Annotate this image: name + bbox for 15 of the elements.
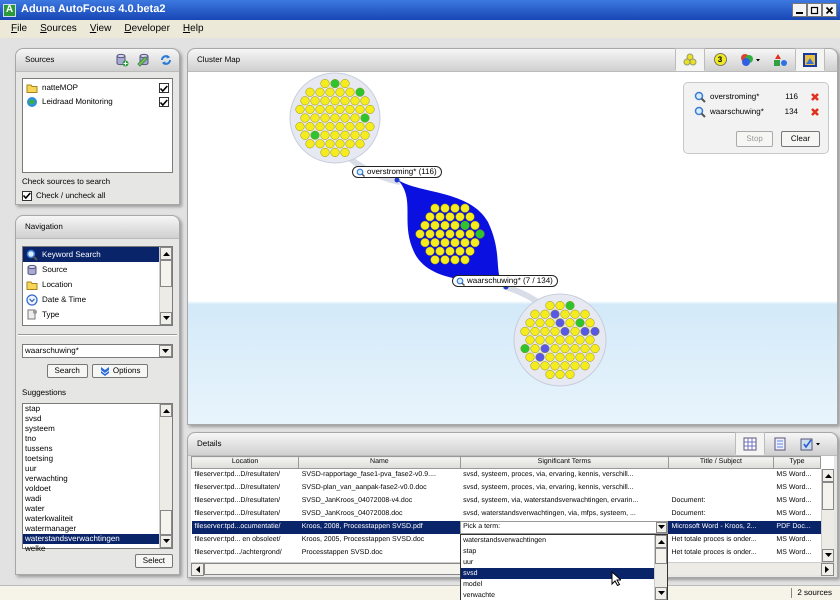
panel-title: Sources [25, 55, 54, 65]
app-logo: A [3, 4, 16, 16]
section-label: Suggestions [22, 388, 68, 398]
tag-label: overstroming* (116) [367, 167, 437, 177]
panel-title: Details [197, 439, 222, 449]
tag-label: waarschuwing* (7 / 134) [467, 276, 553, 286]
panel-title: Navigation [25, 222, 63, 232]
query-term: waarschuwing* [710, 107, 765, 117]
panel-title: Cluster Map [197, 55, 240, 65]
query-count: 116 [785, 92, 798, 102]
status-text: 2 sources [791, 588, 832, 598]
query-count: 134 [784, 107, 798, 117]
window-title: Aduna AutoFocus 4.0.beta2 [21, 3, 166, 17]
hint-text: Check sources to search [22, 177, 112, 187]
query-term: overstroming* [710, 92, 760, 102]
